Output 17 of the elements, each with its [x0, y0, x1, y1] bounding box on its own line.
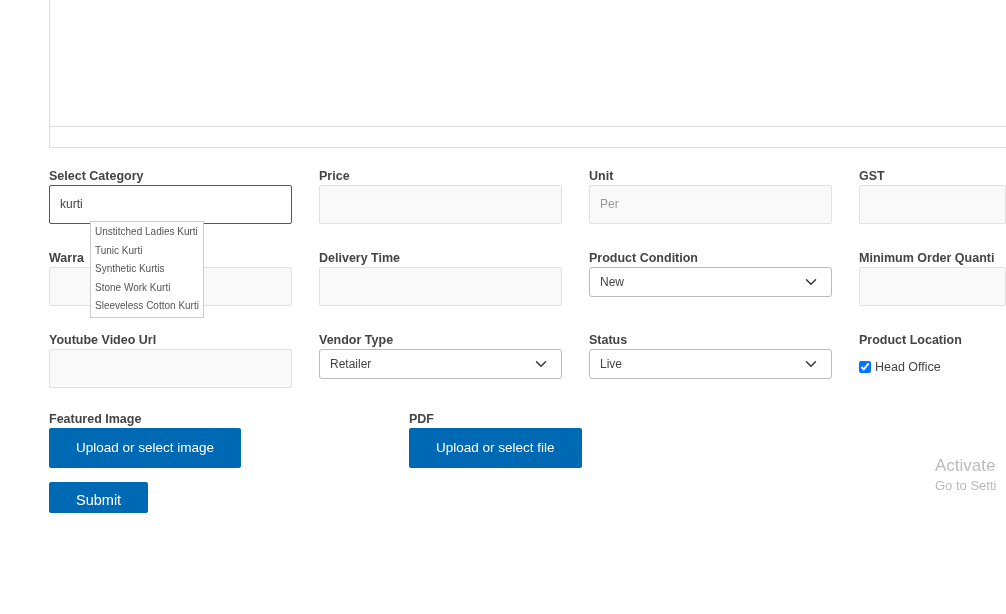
field-label: Unit	[589, 168, 614, 185]
activation-subtitle: Go to Setti	[935, 477, 997, 495]
field-label: Price	[319, 168, 350, 185]
field-label: Minimum Order Quanti	[859, 250, 995, 267]
field-label: Youtube Video Url	[49, 332, 157, 349]
field-label: Warra	[49, 250, 84, 267]
field-label: Status	[589, 332, 628, 349]
field-label: Vendor Type	[319, 332, 394, 349]
field-label: Featured Image	[49, 411, 143, 428]
field-label: Delivery Time	[319, 250, 401, 267]
field-label: PDF	[409, 411, 435, 428]
activation-title: Activate	[935, 455, 997, 477]
checkbox-label: Head Office	[875, 358, 941, 376]
field-label: GST	[859, 168, 885, 185]
field-label: Product Location	[859, 332, 962, 349]
field-label: Product Condition	[589, 250, 698, 267]
field-label: Select Category	[49, 168, 144, 185]
